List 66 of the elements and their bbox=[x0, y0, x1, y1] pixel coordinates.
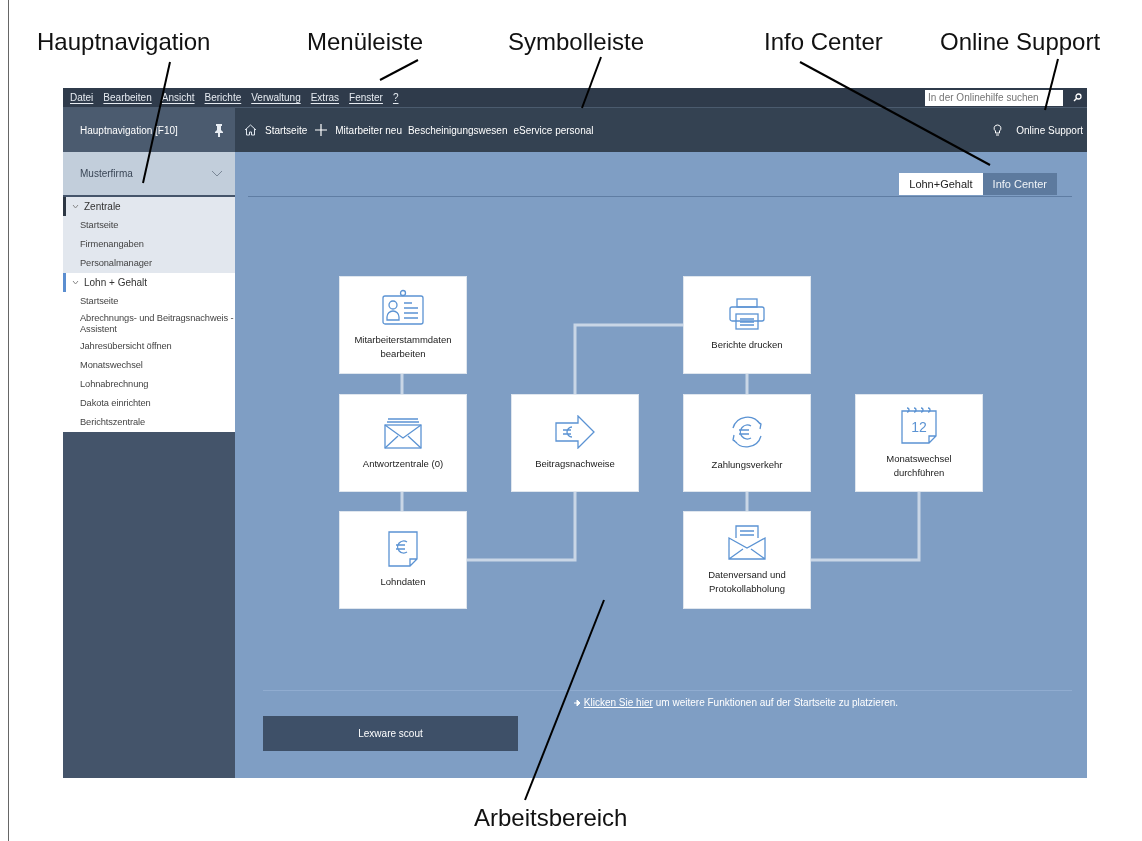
chevron-icon bbox=[72, 204, 79, 209]
toolbar-item[interactable]: eService personal bbox=[513, 122, 594, 138]
euro-arrow-icon bbox=[555, 414, 595, 449]
tree-item[interactable]: Monatswechsel bbox=[63, 356, 235, 376]
toolbar-item[interactable]: Startseite bbox=[265, 122, 308, 138]
function-tile[interactable]: Berichte drucken bbox=[683, 276, 811, 374]
tab[interactable]: Lohn+Gehalt bbox=[899, 173, 983, 195]
menu-item[interactable]: Verwaltung bbox=[251, 90, 301, 105]
callout-label: Online Support bbox=[940, 30, 1101, 54]
menu-item[interactable]: Bearbeiten bbox=[103, 90, 152, 105]
function-tile[interactable]: Mitarbeiterstammdaten bearbeiten bbox=[339, 276, 467, 374]
sidebar-title: Hauptnavigation [F10] bbox=[80, 123, 178, 138]
tree-group[interactable]: Zentrale bbox=[63, 197, 235, 216]
lightbulb-icon[interactable] bbox=[993, 124, 1003, 136]
tree-item[interactable]: Lohnabrechnung bbox=[63, 375, 235, 395]
arrow-icon bbox=[573, 699, 581, 706]
tree-item[interactable]: Abrechnungs- und Beitragsnachweis -Assistent bbox=[63, 311, 235, 338]
open-envelope-icon bbox=[728, 523, 766, 560]
leader-line bbox=[581, 56, 602, 109]
menu-item[interactable]: Extras bbox=[310, 90, 340, 105]
hint-text: um weitere Funktionen auf der Startseite zu platzieren. bbox=[655, 696, 899, 710]
search-field[interactable]: In der Onlinehilfe suchen bbox=[925, 89, 1063, 106]
function-tile[interactable]: Datenversand und Protokollabholung bbox=[683, 511, 811, 609]
connector-line bbox=[745, 491, 749, 511]
chevron-icon bbox=[211, 170, 223, 177]
menu-item[interactable]: ? bbox=[392, 90, 399, 105]
callout-label: Hauptnavigation bbox=[37, 30, 211, 54]
euro-document-icon bbox=[388, 530, 418, 567]
home-icon[interactable] bbox=[244, 124, 257, 136]
callout-label: Info Center bbox=[764, 30, 883, 54]
connector-line bbox=[400, 491, 404, 511]
function-tile[interactable]: Beitragsnachweise bbox=[511, 394, 639, 492]
connector-line bbox=[400, 374, 404, 394]
tree-item[interactable]: Personalmanager bbox=[63, 254, 235, 273]
tab[interactable]: Info Center bbox=[982, 173, 1057, 195]
company-selector[interactable]: Musterfirma bbox=[63, 152, 235, 195]
callout-label: Menüleiste bbox=[307, 30, 424, 54]
connector-line bbox=[745, 374, 749, 394]
function-tile[interactable]: Antwortzentrale (0) bbox=[339, 394, 467, 492]
tree-item[interactable]: Firmenangaben bbox=[63, 235, 235, 254]
menu-item[interactable]: Datei bbox=[70, 90, 94, 105]
function-tile[interactable]: Lohndaten bbox=[339, 511, 467, 609]
search-icon[interactable] bbox=[1073, 93, 1082, 102]
printer-icon bbox=[729, 297, 765, 330]
tree-item[interactable]: Startseite bbox=[63, 292, 235, 311]
online-support-link[interactable]: Online Support bbox=[1016, 122, 1083, 138]
function-tile[interactable]: Zahlungsverkehr bbox=[683, 394, 811, 492]
toolbar-item[interactable]: Mitarbeiter neu bbox=[335, 122, 402, 138]
tree-item[interactable]: Jahresübersicht öffnen bbox=[63, 337, 235, 357]
menu-item[interactable]: Ansicht bbox=[161, 90, 195, 105]
id-card-icon bbox=[382, 288, 424, 325]
scout-button[interactable]: Lexware scout bbox=[263, 716, 518, 751]
leader-line bbox=[379, 59, 419, 81]
plus-icon[interactable] bbox=[315, 124, 328, 136]
leader-line bbox=[1044, 58, 1059, 111]
chevron-icon bbox=[72, 280, 79, 285]
function-tile[interactable]: 12 Monatswechsel durchführen bbox=[855, 394, 983, 492]
toolbar-item[interactable]: Bescheinigungswesen bbox=[407, 122, 508, 138]
pin-icon[interactable] bbox=[215, 123, 223, 137]
tree-item[interactable]: Berichtszentrale bbox=[63, 413, 235, 433]
menu-item[interactable]: Fenster bbox=[349, 90, 383, 105]
tree-item[interactable]: Startseite bbox=[63, 216, 235, 235]
tree-item[interactable]: Dakota einrichten bbox=[63, 394, 235, 414]
menu-item[interactable]: Berichte bbox=[204, 90, 242, 105]
callout-label: Symbolleiste bbox=[508, 30, 645, 54]
callout-label: Arbeitsbereich bbox=[474, 806, 628, 830]
